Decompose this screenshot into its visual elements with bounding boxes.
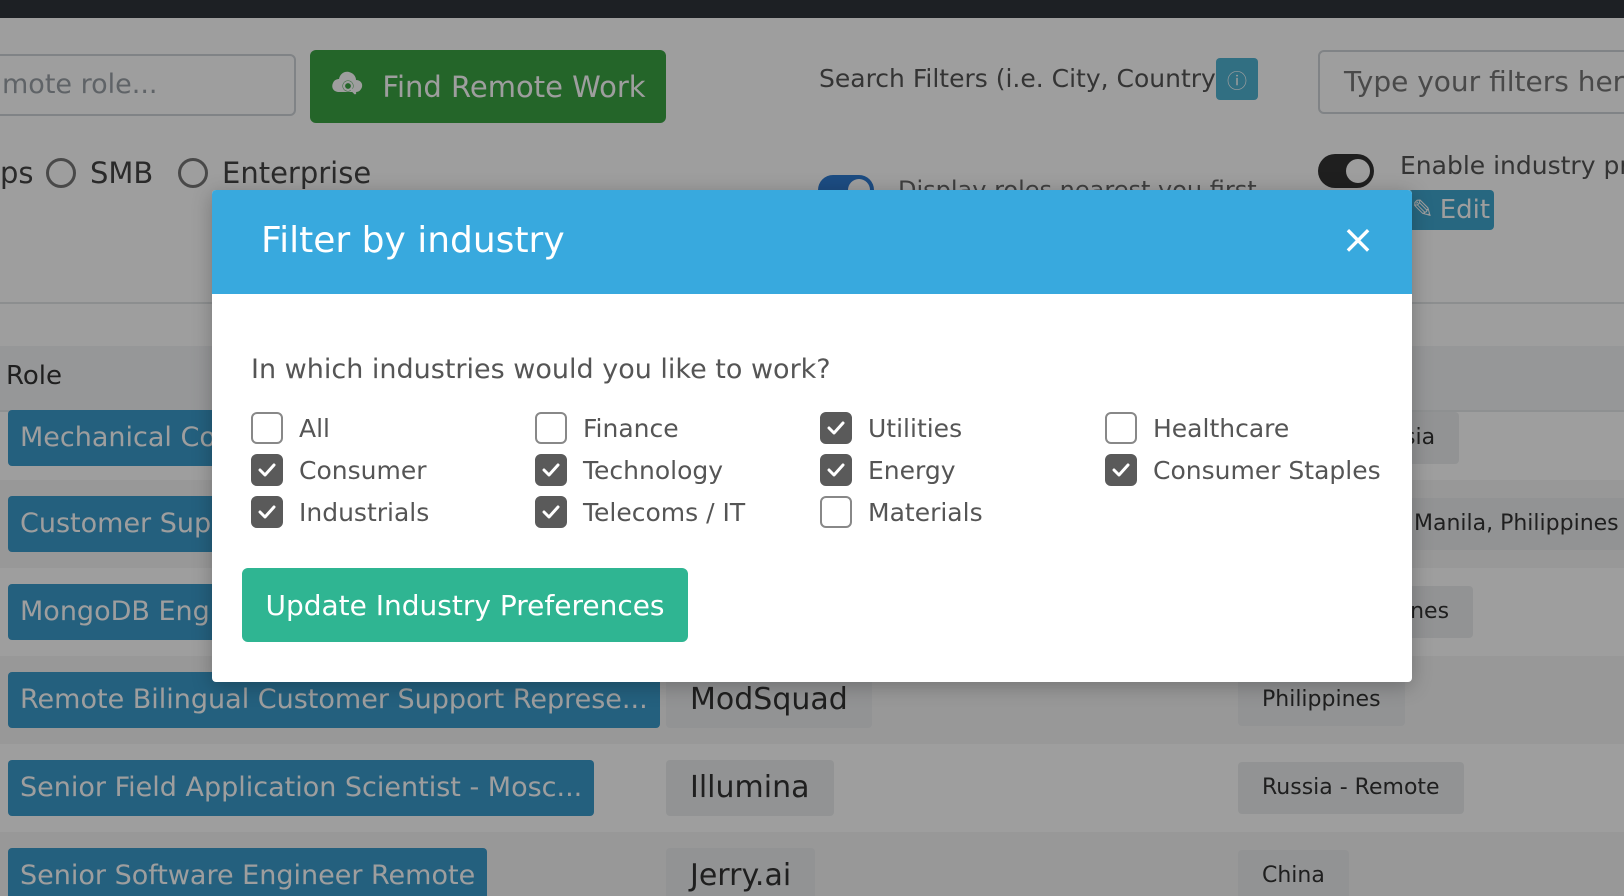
industry-label: Healthcare [1153, 413, 1290, 443]
checkbox-icon[interactable] [820, 454, 852, 486]
checkbox-icon[interactable] [535, 454, 567, 486]
industry-filter-modal: Filter by industry × In which industries… [212, 190, 1412, 682]
industry-label: Energy [868, 455, 956, 485]
industry-checkbox-consumer-staples[interactable]: Consumer Staples [1105, 454, 1381, 486]
modal-title: Filter by industry [261, 220, 565, 261]
industry-label: Consumer [299, 455, 427, 485]
industry-label: Telecoms / IT [583, 497, 746, 527]
industry-checkbox-materials[interactable]: Materials [820, 496, 983, 528]
industry-checkbox-energy[interactable]: Energy [820, 454, 956, 486]
checkbox-icon[interactable] [535, 496, 567, 528]
industry-checkbox-telecoms-it[interactable]: Telecoms / IT [535, 496, 745, 528]
industry-label: Utilities [868, 413, 963, 443]
industry-checkbox-industrials[interactable]: Industrials [251, 496, 429, 528]
industry-checkbox-healthcare[interactable]: Healthcare [1105, 412, 1289, 444]
industry-label: Finance [583, 413, 679, 443]
industry-checkbox-all[interactable]: All [251, 412, 330, 444]
checkbox-icon[interactable] [820, 496, 852, 528]
checkbox-icon[interactable] [1105, 454, 1137, 486]
industry-checkbox-consumer[interactable]: Consumer [251, 454, 426, 486]
industry-label: Industrials [299, 497, 430, 527]
industry-label: Consumer Staples [1153, 455, 1381, 485]
update-industry-preferences-button[interactable]: Update Industry Preferences [242, 568, 688, 642]
industry-checkbox-technology[interactable]: Technology [535, 454, 723, 486]
industry-label: Materials [868, 497, 983, 527]
industry-checkbox-finance[interactable]: Finance [535, 412, 679, 444]
industry-checkbox-utilities[interactable]: Utilities [820, 412, 962, 444]
checkbox-icon[interactable] [535, 412, 567, 444]
close-icon[interactable]: × [1334, 216, 1382, 264]
checkbox-icon[interactable] [1105, 412, 1137, 444]
checkbox-icon[interactable] [251, 412, 283, 444]
industry-question: In which industries would you like to wo… [251, 354, 831, 385]
modal-header: Filter by industry × [212, 190, 1412, 294]
industry-label: All [299, 413, 330, 443]
checkbox-icon[interactable] [251, 454, 283, 486]
industry-label: Technology [583, 455, 724, 485]
checkbox-icon[interactable] [820, 412, 852, 444]
checkbox-icon[interactable] [251, 496, 283, 528]
